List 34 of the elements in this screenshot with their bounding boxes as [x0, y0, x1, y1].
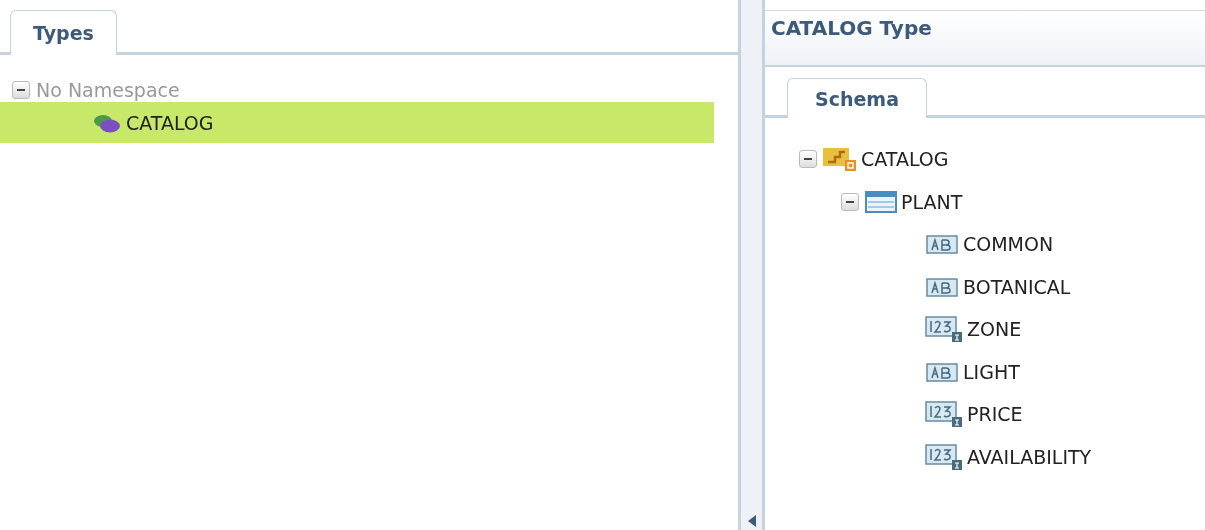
- schema-node[interactable]: COMMON: [799, 223, 1205, 266]
- collapse-toggle[interactable]: [799, 150, 817, 169]
- group-icon: [823, 146, 857, 173]
- node-label: CATALOG: [861, 148, 949, 171]
- text-field-icon: [925, 233, 959, 256]
- type-label: CATALOG: [126, 111, 214, 134]
- node-label: COMMON: [963, 233, 1054, 256]
- schema-node[interactable]: BOTANICAL: [799, 265, 1205, 308]
- tab[interactable]: Schema: [787, 78, 927, 118]
- namespace-label: No Namespace: [36, 78, 180, 101]
- node-label: PLANT: [901, 190, 963, 213]
- schema-node[interactable]: AVAILABILITY: [799, 435, 1205, 478]
- collapse-toggle[interactable]: [841, 192, 859, 211]
- panel-title: CATALOG Type: [765, 10, 1205, 67]
- number-field-icon: [925, 316, 963, 343]
- number-field-icon: [925, 443, 963, 470]
- schema-node[interactable]: CATALOG: [799, 138, 1205, 181]
- collapse-toggle[interactable]: [12, 80, 30, 99]
- number-field-icon: [925, 401, 963, 428]
- text-field-icon: [925, 275, 959, 298]
- text-field-icon: [925, 360, 959, 383]
- table-icon: [865, 190, 897, 213]
- node-label: PRICE: [967, 403, 1023, 426]
- schema-node[interactable]: LIGHT: [799, 350, 1205, 393]
- schema-node[interactable]: PRICE: [799, 393, 1205, 436]
- node-label: LIGHT: [963, 360, 1020, 383]
- schema-node[interactable]: PLANT: [799, 180, 1205, 223]
- collapse-arrow-icon[interactable]: [746, 514, 757, 528]
- schema-node[interactable]: ZONE: [799, 308, 1205, 351]
- tab[interactable]: Types: [10, 10, 117, 55]
- node-label: ZONE: [967, 318, 1022, 341]
- node-label: AVAILABILITY: [967, 445, 1092, 468]
- node-label: BOTANICAL: [963, 275, 1071, 298]
- type-row[interactable]: CATALOG: [0, 102, 714, 143]
